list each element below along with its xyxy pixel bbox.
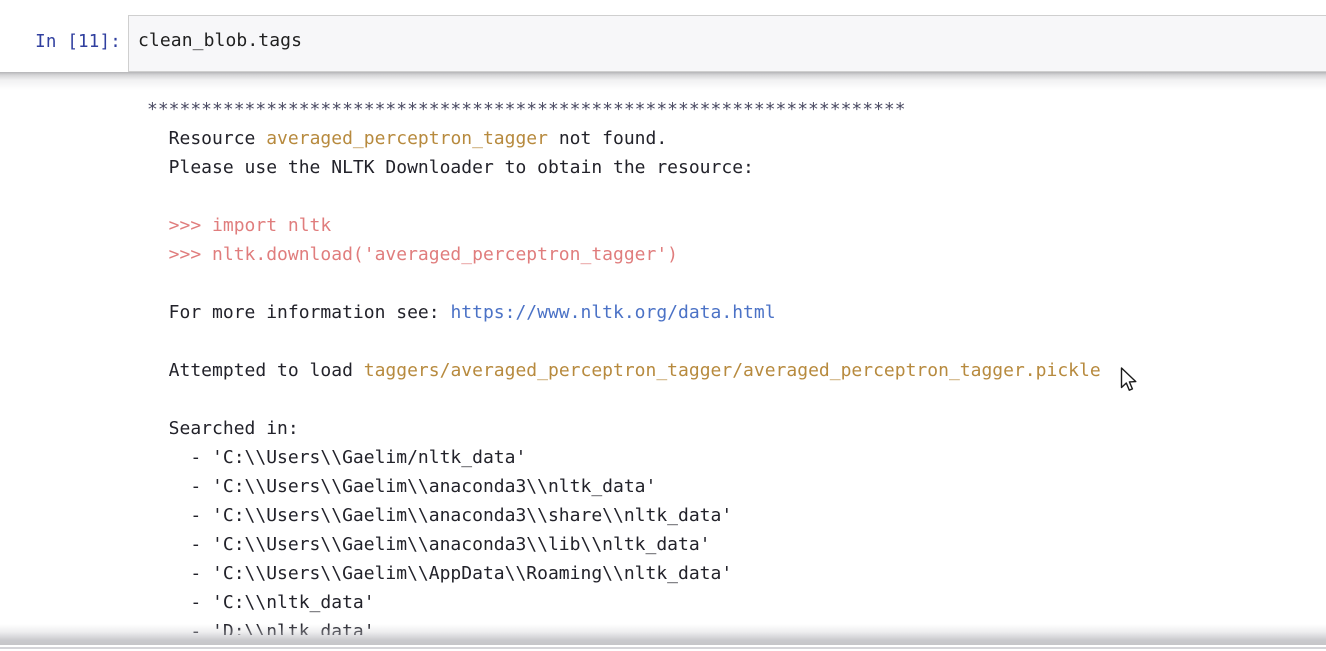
repl-import-text: >>> import nltk [147,215,332,236]
output-line-blank-3 [147,327,1326,356]
resource-suffix-text: not found. [547,128,668,149]
search-path-text: - 'C:\\Users\\Gaelim/nltk_data' [147,447,527,468]
stars-text: ****************************************… [147,99,906,120]
output-line-search-path: - 'C:\\Users\\Gaelim\\anaconda3\\nltk_da… [147,472,1326,501]
resource-name-text: averaged_perceptron_tagger [266,128,548,149]
output-bottom-rule [0,645,1326,646]
output-line-more-info: For more information see: https://www.nl… [147,298,1326,327]
code-input-text[interactable]: clean_blob.tags [138,30,302,51]
searched-in-text: Searched in: [147,418,299,439]
output-line-search-path: - 'C:\\Users\\Gaelim\\anaconda3\\lib\\nl… [147,530,1326,559]
jupyter-notebook-cell: In [11]: clean_blob.tags ***************… [0,0,1326,651]
search-path-text: - 'C:\\Users\\Gaelim\\AppData\\Roaming\\… [147,563,733,584]
search-path-text: - 'C:\\Users\\Gaelim\\anaconda3\\share\\… [147,505,733,526]
output-line-searched-in: Searched in: [147,414,1326,443]
output-line-search-path: - 'C:\\Users\\Gaelim\\anaconda3\\share\\… [147,501,1326,530]
output-line-search-path: - 'C:\\nltk_data' [147,588,1326,617]
search-path-text: - 'C:\\nltk_data' [147,592,375,613]
nltk-docs-url-link[interactable]: https://www.nltk.org/data.html [450,302,775,323]
output-line-search-path: - 'C:\\Users\\Gaelim\\AppData\\Roaming\\… [147,559,1326,588]
output-line-downloader: Please use the NLTK Downloader to obtain… [147,153,1326,182]
downloader-text: Please use the NLTK Downloader to obtain… [147,157,754,178]
input-prompt-label: In [11]: [35,32,121,52]
attempted-prefix-text: Attempted to load [147,360,364,381]
output-line-blank-2 [147,269,1326,298]
output-line-repl-import: >>> import nltk [147,211,1326,240]
output-line-resource: Resource averaged_perceptron_tagger not … [147,124,1326,153]
resource-prefix-text: Resource [147,128,267,149]
output-line-attempted-load: Attempted to load taggers/averaged_perce… [147,356,1326,385]
error-output-text: ****************************************… [0,95,1326,635]
output-line-blank-1 [147,182,1326,211]
more-info-prefix-text: For more information see: [147,302,451,323]
search-path-text: - 'D:\\nltk_data' [147,621,375,635]
output-line-search-path: - 'C:\\Users\\Gaelim/nltk_data' [147,443,1326,472]
attempted-path-text: taggers/averaged_perceptron_tagger/avera… [363,360,1101,381]
output-line-stars: ****************************************… [147,95,1326,124]
cell-output-area: ****************************************… [0,95,1326,635]
code-cell-input-row: In [11]: clean_blob.tags [0,15,1326,72]
code-input-box[interactable]: clean_blob.tags [128,15,1326,72]
output-line-search-path: - 'D:\\nltk_data' [147,617,1326,635]
output-line-blank-4 [147,385,1326,414]
repl-download-text: >>> nltk.download('averaged_perceptron_t… [147,244,679,265]
search-path-text: - 'C:\\Users\\Gaelim\\anaconda3\\lib\\nl… [147,534,711,555]
input-cell-shadow [0,72,1326,90]
search-path-text: - 'C:\\Users\\Gaelim\\anaconda3\\nltk_da… [147,476,657,497]
output-line-repl-download: >>> nltk.download('averaged_perceptron_t… [147,240,1326,269]
